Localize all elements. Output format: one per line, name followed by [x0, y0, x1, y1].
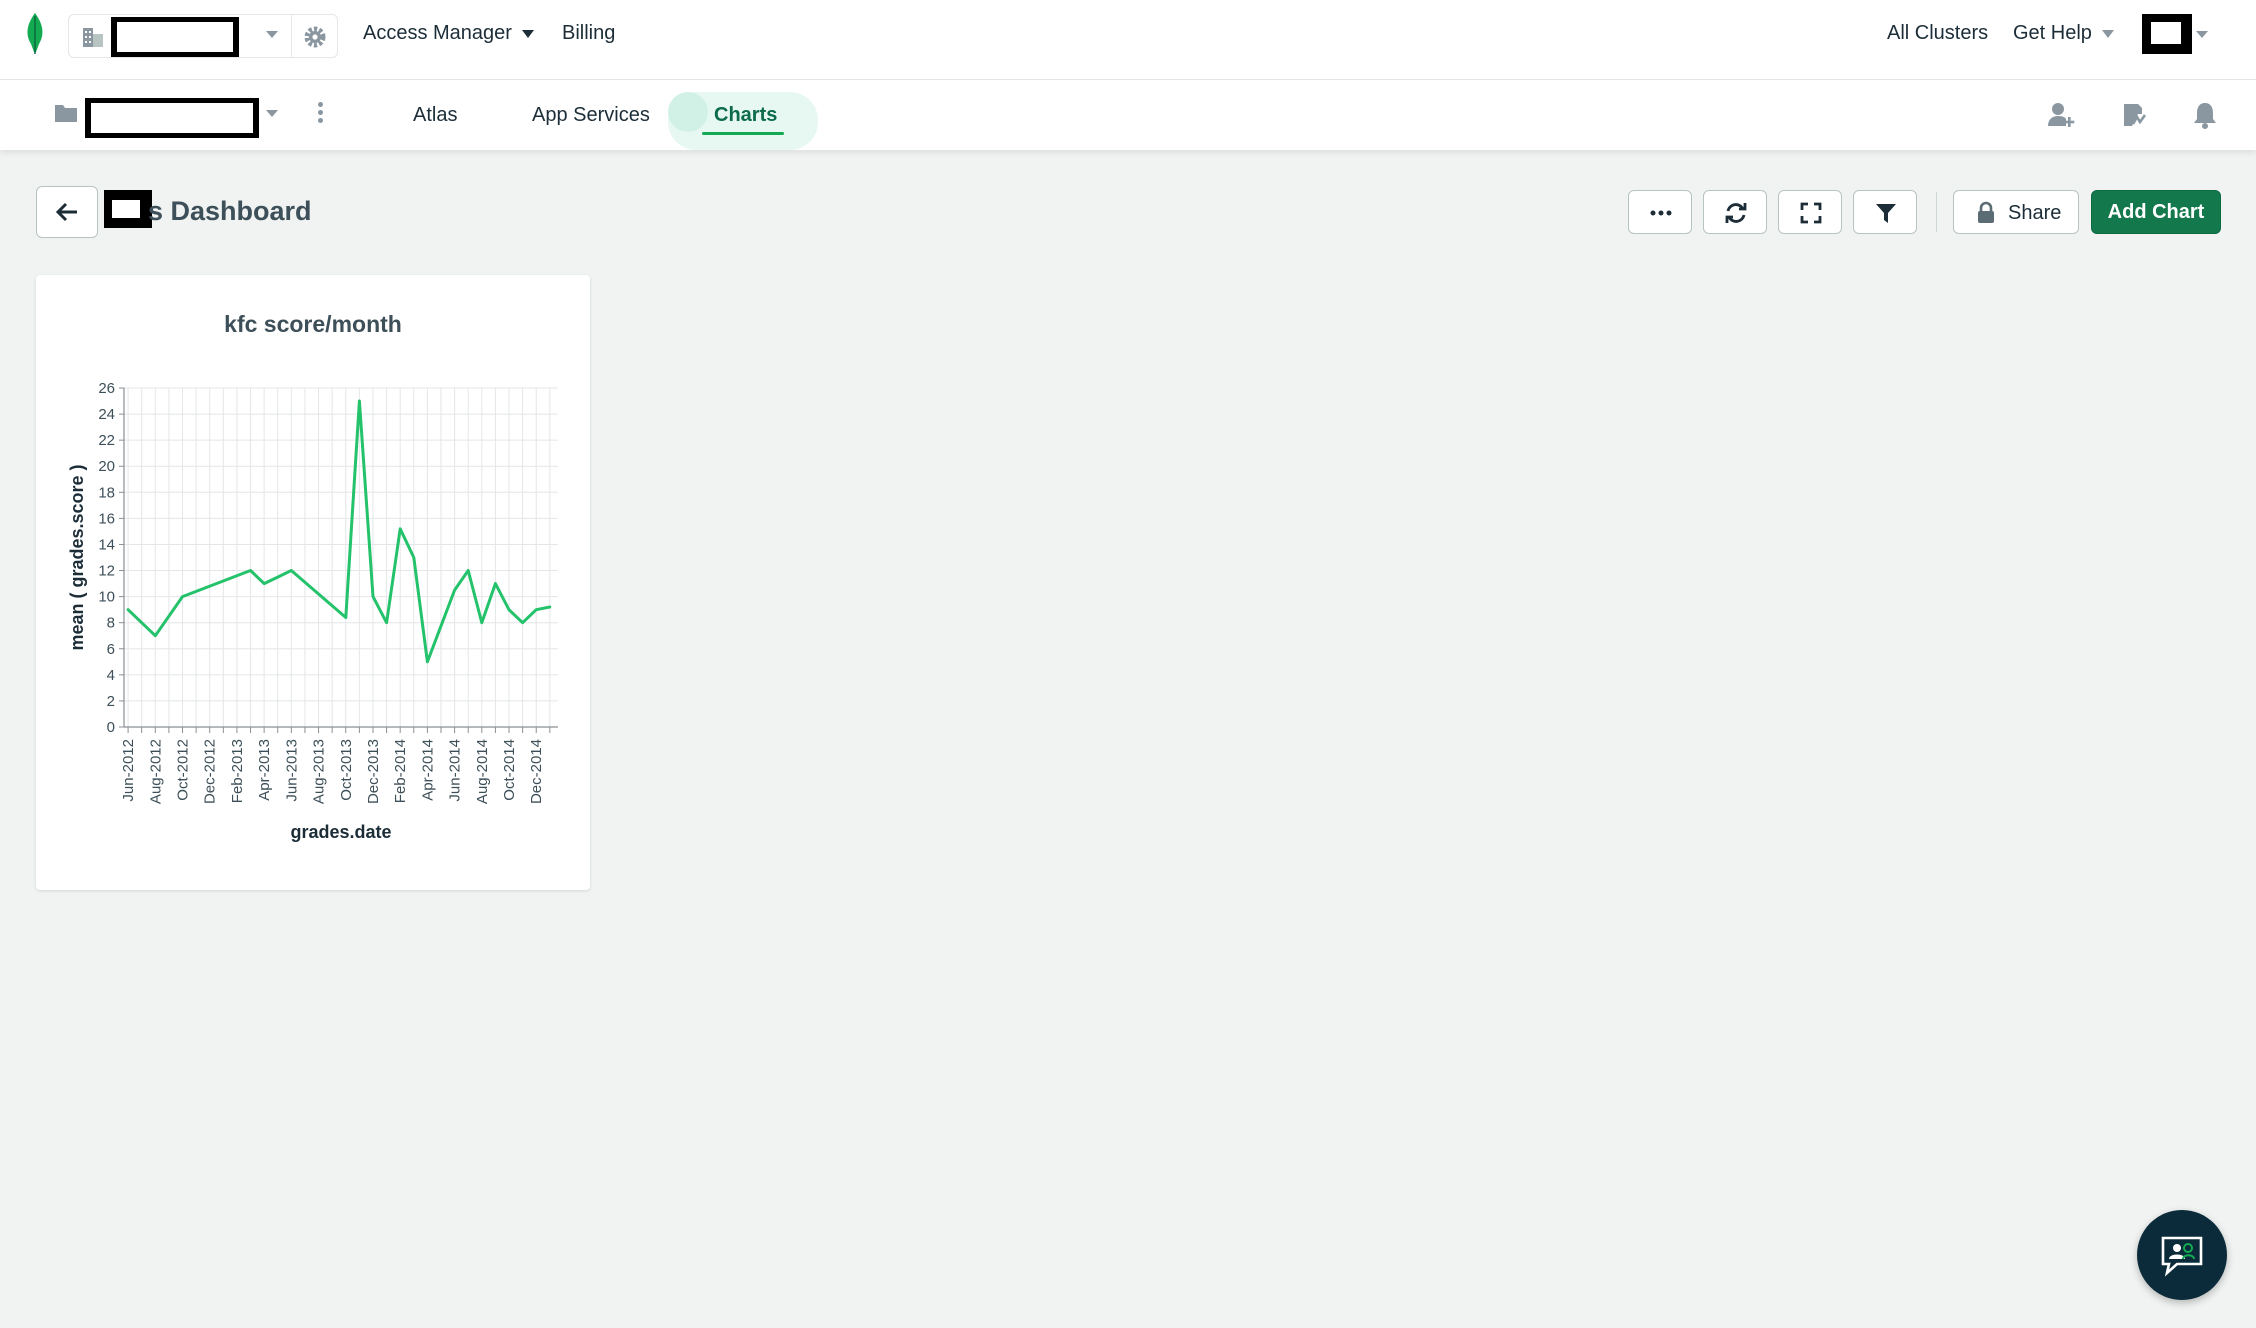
folder-icon — [55, 105, 77, 122]
invite-user-icon[interactable] — [2046, 100, 2076, 130]
tab-app-services[interactable]: App Services — [532, 104, 650, 127]
ellipsis-icon — [1650, 210, 1672, 216]
x-tick-label: Dec-2014 — [528, 739, 545, 804]
x-tick-label: Jun-2012 — [120, 739, 137, 802]
building-icon — [83, 28, 103, 47]
x-axis-title: grades.date — [290, 822, 391, 842]
billing-link[interactable]: Billing — [562, 22, 615, 45]
get-help-menu[interactable]: Get Help — [2013, 22, 2114, 45]
tab-atlas[interactable]: Atlas — [413, 104, 457, 127]
dashboard-name-redacted — [104, 190, 152, 228]
y-tick-label: 8 — [107, 615, 115, 632]
divider — [291, 15, 292, 57]
y-tick-label: 6 — [107, 641, 115, 658]
more-actions-button[interactable] — [1628, 190, 1692, 234]
gear-icon[interactable] — [303, 25, 327, 49]
arrow-left-icon — [55, 202, 77, 222]
tab-charts[interactable]: Charts — [714, 104, 777, 127]
chart-card[interactable]: kfc score/month 0 2 4 6 8 10 12 14 16 18 20 22 24 26 J… — [36, 275, 590, 890]
y-tick-label: 4 — [107, 667, 115, 684]
active-tab-underline — [702, 132, 784, 135]
x-tick-label: Dec-2013 — [365, 739, 382, 804]
x-tick-label: Apr-2013 — [256, 739, 273, 801]
line-chart: 02468101214161820222426Jun-2012 Aug-2012 O… — [67, 380, 558, 842]
y-tick-label: 24 — [98, 406, 115, 423]
y-tick-label: 18 — [98, 484, 115, 501]
access-manager-label: Access Manager — [363, 22, 512, 44]
y-tick-label: 0 — [107, 719, 115, 736]
y-axis-title: mean ( grades.score ) — [67, 464, 87, 650]
lock-icon — [1978, 201, 1994, 223]
share-button[interactable]: Share — [1953, 190, 2079, 234]
mongodb-leaf-logo[interactable] — [22, 12, 48, 56]
notification-bell-icon[interactable] — [2190, 100, 2220, 130]
organization-picker[interactable] — [68, 14, 338, 58]
add-chart-button[interactable]: Add Chart — [2091, 190, 2221, 234]
y-tick-label: 22 — [98, 432, 115, 449]
fullscreen-button[interactable] — [1778, 190, 1842, 234]
x-tick-label: Aug-2013 — [311, 739, 328, 804]
y-tick-label: 20 — [98, 458, 115, 475]
dashboard-title: s Dashboard — [148, 196, 312, 226]
chat-support-icon — [2161, 1236, 2203, 1277]
back-button[interactable] — [36, 186, 98, 238]
x-tick-label: Aug-2014 — [474, 739, 491, 804]
get-help-label: Get Help — [2013, 22, 2092, 44]
y-tick-label: 26 — [98, 380, 115, 397]
x-tick-label: Oct-2014 — [501, 739, 518, 801]
x-tick-label: Feb-2013 — [229, 739, 246, 803]
y-tick-label: 2 — [107, 693, 115, 710]
x-tick-label: Oct-2012 — [175, 739, 192, 801]
chevron-down-icon — [521, 29, 534, 38]
y-tick-label: 16 — [98, 510, 115, 527]
chevron-down-icon — [2196, 31, 2208, 38]
x-tick-label: Aug-2012 — [147, 739, 164, 804]
chevron-down-icon — [2101, 29, 2114, 38]
x-tick-label: Oct-2013 — [338, 739, 355, 801]
y-tick-label: 14 — [98, 536, 115, 553]
toolbar-divider — [1936, 192, 1937, 232]
support-chat-button[interactable] — [2137, 1210, 2227, 1300]
fullscreen-icon — [1800, 202, 1822, 224]
all-clusters-link[interactable]: All Clusters — [1887, 22, 1988, 45]
user-menu-redacted[interactable] — [2142, 14, 2192, 54]
top-navigation-bar: Access Manager Billing All Clusters Get … — [0, 0, 2256, 80]
access-manager-menu[interactable]: Access Manager — [363, 22, 534, 45]
x-tick-label: Jun-2013 — [283, 739, 300, 802]
organization-name-redacted — [111, 17, 239, 57]
project-name-redacted[interactable] — [85, 98, 259, 138]
y-tick-label: 10 — [98, 589, 115, 606]
y-tick-label: 12 — [98, 563, 115, 580]
chevron-down-icon[interactable] — [266, 110, 278, 117]
chevron-down-icon — [266, 31, 278, 38]
project-navigation-bar: Atlas App Services Charts — [0, 80, 2256, 150]
activity-feed-icon[interactable] — [2118, 100, 2148, 130]
share-label: Share — [2008, 202, 2062, 224]
x-tick-label: Feb-2014 — [392, 739, 409, 803]
filter-button[interactable] — [1853, 190, 1917, 234]
x-tick-label: Jun-2014 — [447, 739, 464, 802]
filter-icon — [1876, 204, 1896, 223]
more-options-icon[interactable] — [314, 102, 326, 128]
refresh-button[interactable] — [1703, 190, 1767, 234]
x-tick-label: Apr-2014 — [419, 739, 436, 801]
x-tick-label: Dec-2012 — [202, 739, 219, 804]
refresh-icon — [1725, 203, 1747, 223]
